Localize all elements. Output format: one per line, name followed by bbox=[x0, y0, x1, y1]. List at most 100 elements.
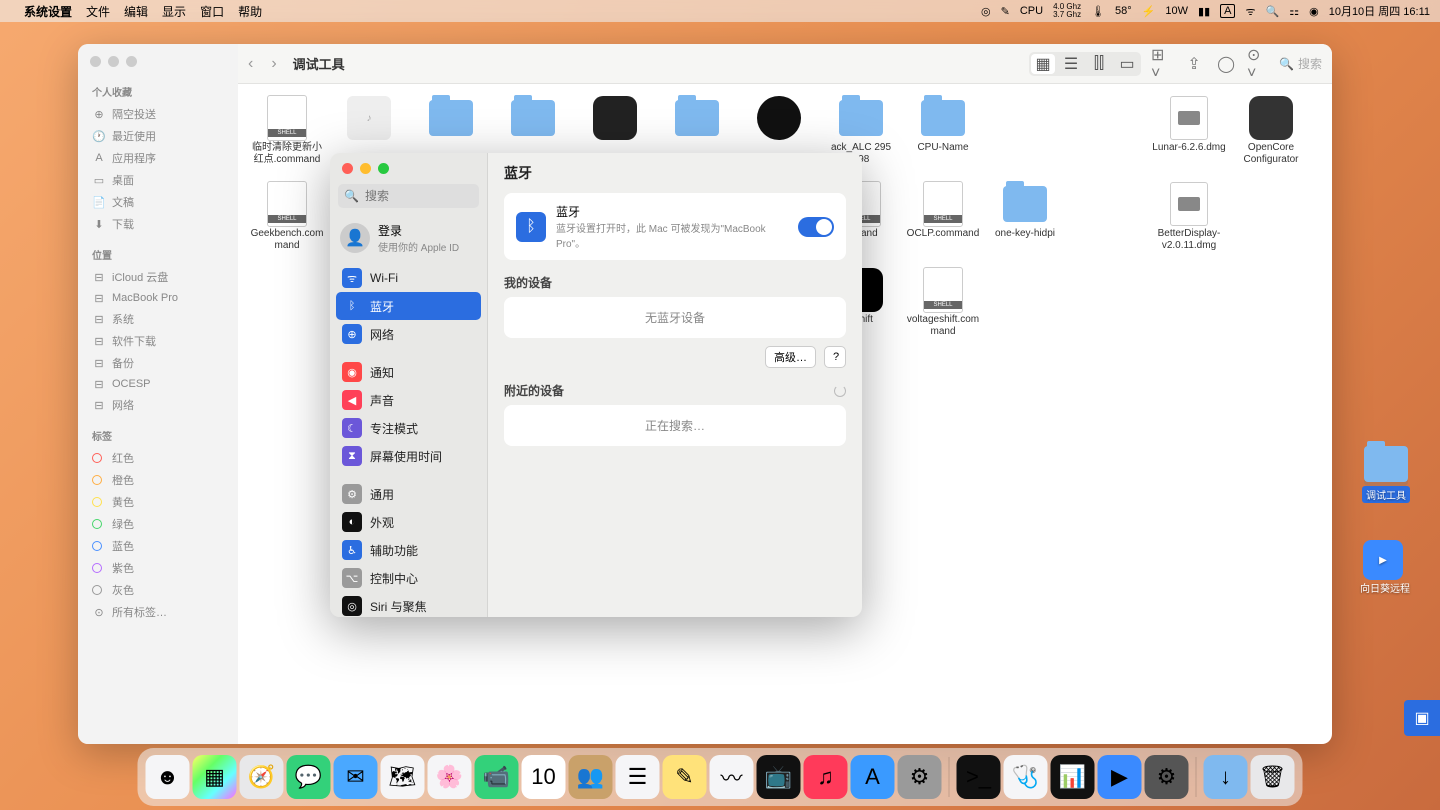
file-item[interactable]: OpenCore Configurator bbox=[1230, 96, 1312, 182]
sidebar-tag[interactable]: 蓝色 bbox=[78, 535, 238, 557]
desktop-folder[interactable]: 调试工具 bbox=[1362, 446, 1410, 503]
dock-app[interactable]: 🩺 bbox=[1004, 755, 1048, 799]
finder-search[interactable]: 🔍 搜索 bbox=[1279, 55, 1322, 72]
settings-sidebar-item[interactable]: ⚙通用 bbox=[336, 480, 481, 508]
bluetooth-toggle[interactable] bbox=[798, 217, 834, 237]
battery-icon[interactable]: ▮▮ bbox=[1198, 5, 1210, 18]
dock-app[interactable]: 📹 bbox=[475, 755, 519, 799]
file-item[interactable]: Geekbench.command bbox=[246, 182, 328, 268]
close-icon[interactable] bbox=[342, 163, 353, 174]
sidebar-item[interactable]: A应用程序 bbox=[78, 147, 238, 169]
view-gallery-button[interactable]: ▭ bbox=[1115, 54, 1139, 74]
sidebar-tag[interactable]: 红色 bbox=[78, 447, 238, 469]
sidebar-item[interactable]: ⊟备份 bbox=[78, 352, 238, 374]
dock-app[interactable]: 🗑 bbox=[1251, 755, 1295, 799]
sidebar-all-tags[interactable]: ⊙所有标签… bbox=[78, 601, 238, 623]
forward-button[interactable]: › bbox=[271, 55, 276, 73]
dock-app[interactable]: ✎ bbox=[663, 755, 707, 799]
tag-button[interactable]: ◯ bbox=[1215, 54, 1237, 74]
desktop-app[interactable]: ▶ 向日葵远程 bbox=[1360, 540, 1410, 595]
dock-app[interactable]: 〰 bbox=[710, 755, 754, 799]
floating-button[interactable]: ▣ bbox=[1404, 700, 1440, 736]
advanced-button[interactable]: 高级… bbox=[765, 346, 816, 368]
view-icon-button[interactable]: ▦ bbox=[1031, 54, 1055, 74]
close-icon[interactable] bbox=[90, 56, 101, 67]
sidebar-tag[interactable]: 绿色 bbox=[78, 513, 238, 535]
app-name[interactable]: 系统设置 bbox=[24, 3, 72, 20]
help-button[interactable]: ? bbox=[824, 346, 846, 368]
sidebar-item[interactable]: 📄文稿 bbox=[78, 191, 238, 213]
share-button[interactable]: ⇪ bbox=[1183, 54, 1205, 74]
dock-app[interactable]: ↓ bbox=[1204, 755, 1248, 799]
file-item[interactable]: BetterDisplay-v2.0.11.dmg bbox=[1148, 182, 1230, 268]
settings-sidebar-item[interactable]: ⊕网络 bbox=[336, 320, 481, 348]
account-row[interactable]: 👤 登录 使用你的 Apple ID bbox=[330, 216, 487, 260]
minimize-icon[interactable] bbox=[108, 56, 119, 67]
menu-edit[interactable]: 编辑 bbox=[124, 3, 148, 20]
dock-app[interactable]: ☰ bbox=[616, 755, 660, 799]
sidebar-tag[interactable]: 灰色 bbox=[78, 579, 238, 601]
file-item[interactable]: voltageshift.command bbox=[902, 268, 984, 354]
dock-app[interactable]: ⚙ bbox=[898, 755, 942, 799]
settings-sidebar-item[interactable]: ◎Siri 与聚焦 bbox=[336, 592, 481, 617]
dock-app[interactable]: 📺 bbox=[757, 755, 801, 799]
dock-app[interactable]: 🧭 bbox=[240, 755, 284, 799]
spotlight-icon[interactable]: 🔍 bbox=[1266, 5, 1280, 18]
sidebar-item[interactable]: ▭桌面 bbox=[78, 169, 238, 191]
sidebar-tag[interactable]: 黄色 bbox=[78, 491, 238, 513]
sidebar-item[interactable]: ⊟网络 bbox=[78, 394, 238, 416]
clock[interactable]: 10月10日 周四 16:11 bbox=[1329, 3, 1430, 19]
sidebar-item[interactable]: ⊟iCloud 云盘 bbox=[78, 266, 238, 288]
settings-sidebar-item[interactable]: ◀︎声音 bbox=[336, 386, 481, 414]
menu-window[interactable]: 窗口 bbox=[200, 3, 224, 20]
sidebar-item[interactable]: ⊕隔空投送 bbox=[78, 103, 238, 125]
view-column-button[interactable]: ⫿⫿ bbox=[1087, 54, 1111, 74]
group-button[interactable]: ⊞ ˅ bbox=[1151, 45, 1173, 83]
menu-view[interactable]: 显示 bbox=[162, 3, 186, 20]
status-icon[interactable]: ✎ bbox=[1001, 5, 1010, 18]
dock-app[interactable]: 👥 bbox=[569, 755, 613, 799]
zoom-icon[interactable] bbox=[378, 163, 389, 174]
settings-sidebar-item[interactable]: ⧗屏幕使用时间 bbox=[336, 442, 481, 470]
settings-sidebar-item[interactable]: ◐外观 bbox=[336, 508, 481, 536]
back-button[interactable]: ‹ bbox=[248, 55, 253, 73]
settings-sidebar-item[interactable]: ☾专注模式 bbox=[336, 414, 481, 442]
sidebar-item[interactable]: ⊟软件下载 bbox=[78, 330, 238, 352]
dock-app[interactable]: ▶ bbox=[1098, 755, 1142, 799]
action-button[interactable]: ⊙ ˅ bbox=[1247, 45, 1269, 83]
file-item[interactable]: 临时清除更新小红点.command bbox=[246, 96, 328, 182]
settings-search-input[interactable] bbox=[365, 189, 473, 203]
settings-search[interactable]: 🔍 bbox=[338, 184, 479, 208]
settings-sidebar-item[interactable]: ᛒ蓝牙 bbox=[336, 292, 481, 320]
settings-sidebar-item[interactable]: ◉通知 bbox=[336, 358, 481, 386]
status-icon[interactable]: ◎ bbox=[981, 5, 991, 18]
file-item[interactable]: OCLP.command bbox=[902, 182, 984, 268]
sidebar-item[interactable]: ⊟OCESP bbox=[78, 374, 238, 394]
siri-icon[interactable]: ◉ bbox=[1309, 5, 1319, 18]
minimize-icon[interactable] bbox=[360, 163, 371, 174]
wifi-icon[interactable]: ᯤ bbox=[1245, 4, 1255, 19]
dock-app[interactable]: >_ bbox=[957, 755, 1001, 799]
dock-app[interactable]: 10 bbox=[522, 755, 566, 799]
dock-app[interactable]: 💬 bbox=[287, 755, 331, 799]
zoom-icon[interactable] bbox=[126, 56, 137, 67]
sidebar-tag[interactable]: 紫色 bbox=[78, 557, 238, 579]
menu-file[interactable]: 文件 bbox=[86, 3, 110, 20]
dock-app[interactable]: ✉ bbox=[334, 755, 378, 799]
sidebar-tag[interactable]: 橙色 bbox=[78, 469, 238, 491]
finder-traffic-lights[interactable] bbox=[90, 56, 137, 67]
dock-app[interactable]: 📊 bbox=[1051, 755, 1095, 799]
view-list-button[interactable]: ☰ bbox=[1059, 54, 1083, 74]
dock-app[interactable]: 🌸 bbox=[428, 755, 472, 799]
settings-traffic-lights[interactable] bbox=[330, 153, 487, 180]
file-item[interactable]: Lunar-6.2.6.dmg bbox=[1148, 96, 1230, 182]
dock-app[interactable]: A bbox=[851, 755, 895, 799]
settings-sidebar-item[interactable]: ♿︎辅助功能 bbox=[336, 536, 481, 564]
sidebar-item[interactable]: ⬇下载 bbox=[78, 213, 238, 235]
input-method[interactable]: A bbox=[1220, 4, 1235, 18]
dock-app[interactable]: ⚙ bbox=[1145, 755, 1189, 799]
file-item[interactable]: one-key-hidpi bbox=[984, 182, 1066, 268]
dock-app[interactable]: 🗺 bbox=[381, 755, 425, 799]
sidebar-item[interactable]: ⊟MacBook Pro bbox=[78, 288, 238, 308]
settings-sidebar-item[interactable]: ᯤWi-Fi bbox=[336, 264, 481, 292]
